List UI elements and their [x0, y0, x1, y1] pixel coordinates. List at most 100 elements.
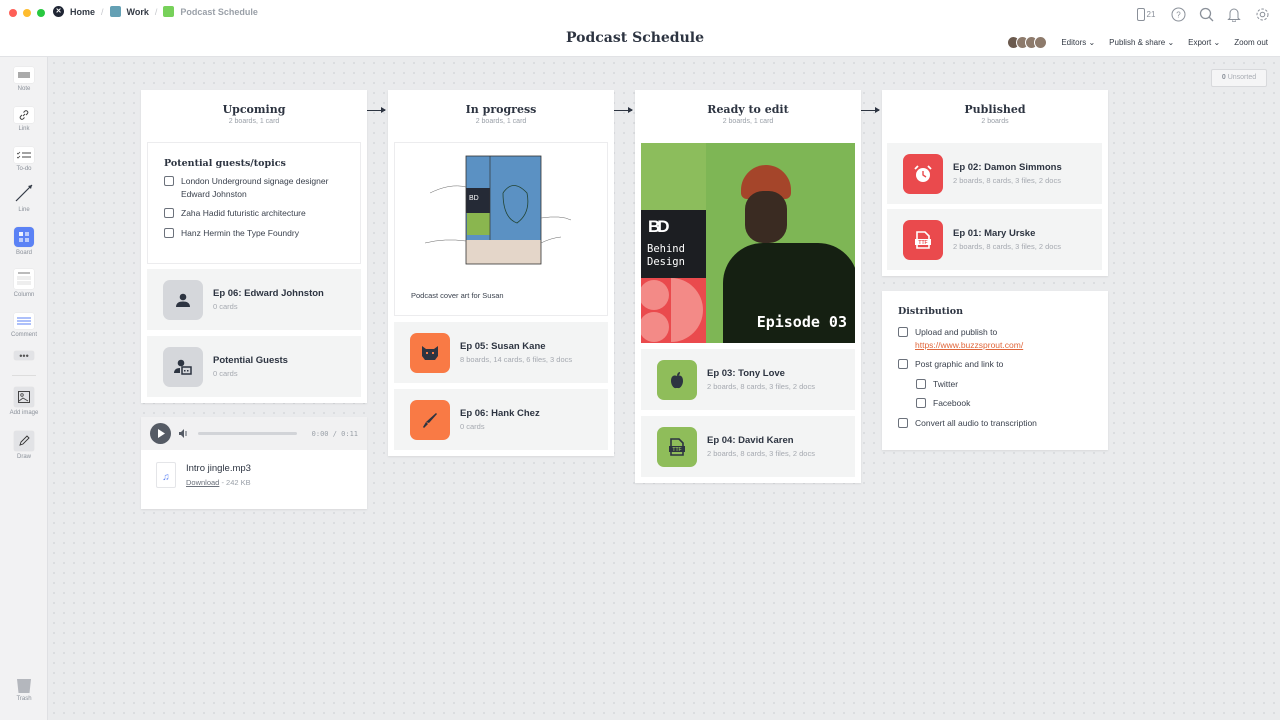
checkbox[interactable]: [164, 227, 174, 238]
todo-title: Distribution: [898, 306, 963, 317]
board-meta: 2 boards, 8 cards, 3 files, 2 docs: [953, 242, 1061, 251]
todo-item[interactable]: Facebook: [916, 397, 1092, 410]
chevron-down-icon: ⌄: [1167, 38, 1175, 47]
checkbox[interactable]: [898, 327, 908, 337]
breadcrumb-work[interactable]: Work: [109, 6, 149, 17]
breadcrumb-work-label: Work: [126, 6, 149, 17]
checkbox[interactable]: [164, 208, 174, 218]
tool-draw[interactable]: Draw: [0, 431, 48, 460]
column-in-progress[interactable]: In progress 2 boards, 1 card BD Podcast …: [388, 90, 614, 456]
column-subtitle: 2 boards: [981, 118, 1009, 125]
editor-avatars[interactable]: [1007, 36, 1048, 49]
unsorted-button[interactable]: 0 Unsorted: [1211, 69, 1267, 87]
todo-item[interactable]: Twitter: [916, 378, 1092, 391]
tool-column[interactable]: Column: [0, 269, 48, 298]
work-board-icon: [109, 6, 121, 17]
todo-item[interactable]: Hanz Hermin the Type Foundry: [164, 227, 344, 240]
tool-add-image[interactable]: Add image: [0, 387, 48, 416]
board-meta: 2 boards, 8 cards, 3 files, 2 docs: [707, 449, 815, 458]
apple-icon: [657, 359, 697, 400]
todo-item[interactable]: Upload and publish to https://www.buzzspr…: [898, 326, 1092, 351]
board-meta: 0 cards: [213, 302, 238, 311]
bd-logo: BD: [648, 217, 669, 236]
breadcrumb-current[interactable]: Podcast Schedule: [163, 6, 258, 17]
tool-line[interactable]: Line: [0, 183, 48, 213]
checkbox[interactable]: [916, 378, 926, 389]
ttf-file-icon: TTF: [903, 219, 943, 260]
help-icon: ?: [1171, 7, 1185, 21]
zoom-out-button[interactable]: Zoom out: [1234, 38, 1268, 47]
download-link[interactable]: Download: [186, 478, 219, 487]
checkbox[interactable]: [164, 176, 174, 186]
help-button[interactable]: ?: [1170, 6, 1186, 22]
device-button[interactable]: 21: [1134, 6, 1158, 22]
brush-icon: [410, 399, 450, 440]
column-published[interactable]: Published 2 boards Ep 02: Damon Simmons 2…: [882, 90, 1108, 276]
avatar: [1034, 36, 1048, 49]
distribution-todo-card[interactable]: Distribution Upload and publish to https:…: [882, 291, 1108, 450]
trash-button[interactable]: Trash: [0, 677, 48, 702]
cover-block: [641, 143, 706, 210]
export-menu[interactable]: Export ⌄: [1188, 38, 1220, 47]
board-name: Ep 05: Susan Kane: [460, 341, 546, 352]
audio-seek-bar[interactable]: [198, 432, 297, 435]
buzzsprout-link[interactable]: https://www.buzzsprout.com/: [915, 340, 1023, 350]
connector-arrow: [614, 107, 633, 113]
todo-item[interactable]: Post graphic and link to: [898, 358, 1092, 371]
brand-line: Design: [647, 256, 685, 268]
todo-item[interactable]: Zaha Hadid futuristic architecture: [164, 207, 344, 220]
episode-cover-image[interactable]: BD Behind Design Episode 03: [641, 143, 855, 343]
board-potential-guests[interactable]: Potential Guests 0 cards: [147, 336, 361, 397]
notifications-button[interactable]: [1226, 6, 1242, 22]
checkbox[interactable]: [898, 417, 908, 428]
column-title: Ready to edit: [707, 103, 789, 116]
shape-block: [641, 278, 706, 343]
publish-share-menu[interactable]: Publish & share ⌄: [1109, 38, 1174, 47]
todo-item[interactable]: Convert all audio to transcription: [898, 417, 1092, 430]
breadcrumb-home[interactable]: ✕ Home: [53, 6, 95, 17]
brand-name: Behind Design: [647, 243, 685, 269]
column-upcoming[interactable]: Upcoming 2 boards, 1 card Potential gues…: [141, 90, 367, 403]
editors-label: Editors: [1061, 38, 1087, 47]
checkbox[interactable]: [898, 359, 908, 369]
tool-label: To-do: [16, 166, 32, 172]
checkbox[interactable]: [916, 398, 926, 408]
tool-comment[interactable]: Comment: [0, 313, 48, 338]
publish-label: Publish & share: [1109, 38, 1166, 47]
search-button[interactable]: [1198, 6, 1214, 22]
tool-board[interactable]: Board: [0, 227, 48, 256]
maximize-window-button[interactable]: [37, 9, 45, 17]
volume-icon[interactable]: [179, 429, 189, 438]
minimize-window-button[interactable]: [23, 9, 31, 17]
more-tools-button[interactable]: •••: [0, 351, 48, 363]
board-tony-love[interactable]: Ep 03: Tony Love 2 boards, 8 cards, 3 fil…: [641, 349, 855, 410]
board-edward-johnston[interactable]: Ep 06: Edward Johnston 0 cards: [147, 269, 361, 330]
todo-item[interactable]: London Underground signage designer Edwa…: [164, 175, 344, 200]
tool-link[interactable]: Link: [0, 107, 48, 132]
tool-label: Comment: [10, 332, 37, 338]
audio-card[interactable]: 0:00 / 0:11 ♫ Intro jingle.mp3 Download …: [141, 417, 367, 509]
board-david-karen[interactable]: TTF Ep 04: David Karen 2 boards, 8 cards,…: [641, 416, 855, 477]
alarm-clock-icon: [903, 153, 943, 194]
todo-text: Twitter: [933, 378, 959, 389]
tool-todo[interactable]: To-do: [0, 147, 48, 172]
sketch-image-card[interactable]: BD Podcast cover art for Susan: [394, 142, 608, 316]
window-controls: [9, 9, 45, 17]
guests-todo-card[interactable]: Potential guests/topics London Undergrou…: [147, 142, 361, 264]
board-damon-simmons[interactable]: Ep 02: Damon Simmons 2 boards, 8 cards, 3…: [887, 143, 1102, 204]
column-header: Upcoming 2 boards, 1 card: [141, 90, 367, 125]
settings-button[interactable]: [1254, 6, 1270, 22]
todo-text: London Underground signage designer Edwa…: [181, 176, 329, 199]
trash-label: Trash: [16, 696, 32, 702]
person-icon: [163, 279, 203, 320]
board-susan-kane[interactable]: Ep 05: Susan Kane 8 boards, 14 cards, 6 f…: [394, 322, 608, 383]
board-hank-chez[interactable]: Ep 06: Hank Chez 0 cards: [394, 389, 608, 450]
close-window-button[interactable]: [9, 9, 17, 17]
column-subtitle: 2 boards, 1 card: [228, 118, 280, 125]
column-ready-to-edit[interactable]: Ready to edit 2 boards, 1 card BD Behind…: [635, 90, 861, 483]
tool-note[interactable]: Note: [0, 67, 48, 92]
editors-menu[interactable]: Editors ⌄: [1061, 38, 1095, 47]
tool-sidebar: Note Link To-do Line Board Column Commen…: [0, 57, 48, 720]
play-button[interactable]: [150, 423, 171, 444]
board-mary-urske[interactable]: TTF Ep 01: Mary Urske 2 boards, 8 cards, …: [887, 209, 1102, 270]
